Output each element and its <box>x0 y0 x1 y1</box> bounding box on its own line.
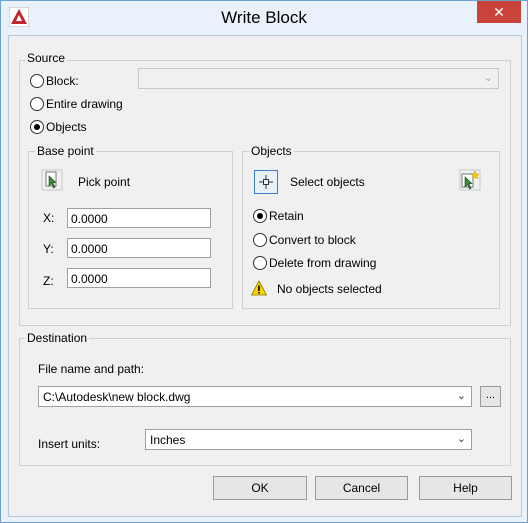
convert-to-block-label[interactable]: Convert to block <box>269 233 356 247</box>
z-label: Z: <box>43 274 54 288</box>
objects-radio[interactable] <box>30 120 44 134</box>
chevron-down-icon[interactable]: ⌄ <box>457 432 466 445</box>
block-radio-label[interactable]: Block: <box>46 74 79 88</box>
insert-units-combo[interactable]: Inches ⌄ <box>145 429 472 450</box>
base-y-input[interactable]: 0.0000 <box>67 238 211 258</box>
pick-point-label[interactable]: Pick point <box>78 175 130 189</box>
base-point-group-label: Base point <box>35 144 96 158</box>
title-bar: Write Block ✕ <box>1 1 527 35</box>
write-block-dialog: Write Block ✕ Source Block: ⌄ Entire dra… <box>0 0 528 523</box>
entire-drawing-radio[interactable] <box>30 97 44 111</box>
insert-units-label: Insert units: <box>38 437 101 451</box>
warning-icon <box>251 280 267 296</box>
quick-select-icon[interactable] <box>459 169 481 191</box>
close-button[interactable]: ✕ <box>477 1 521 23</box>
insert-units-value: Inches <box>150 433 186 447</box>
objects-radio-label[interactable]: Objects <box>46 120 87 134</box>
block-name-combo: ⌄ <box>138 68 499 89</box>
y-label: Y: <box>43 242 54 256</box>
base-z-input[interactable]: 0.0000 <box>67 268 211 288</box>
select-objects-label[interactable]: Select objects <box>290 175 365 189</box>
retain-radio[interactable] <box>253 209 267 223</box>
dialog-title: Write Block <box>221 8 307 27</box>
file-path-combo[interactable]: C:\Autodesk\new block.dwg ⌄ <box>38 386 472 407</box>
destination-group-label: Destination <box>25 331 90 345</box>
dialog-client-area: Source Block: ⌄ Entire drawing Objects B… <box>8 35 522 517</box>
no-objects-status: No objects selected <box>277 282 382 296</box>
objects-group-label: Objects <box>249 144 294 158</box>
delete-from-drawing-label[interactable]: Delete from drawing <box>269 256 376 270</box>
select-objects-icon[interactable] <box>254 170 278 194</box>
help-button[interactable]: Help <box>419 476 512 500</box>
block-radio[interactable] <box>30 74 44 88</box>
source-group-label: Source <box>25 51 68 65</box>
file-name-label: File name and path: <box>38 362 145 376</box>
chevron-down-icon[interactable]: ⌄ <box>457 389 466 402</box>
browse-button[interactable]: ... <box>480 386 501 407</box>
entire-drawing-label[interactable]: Entire drawing <box>46 97 123 111</box>
base-x-input[interactable]: 0.0000 <box>67 208 211 228</box>
ok-button[interactable]: OK <box>213 476 307 500</box>
convert-to-block-radio[interactable] <box>253 233 267 247</box>
pick-point-icon[interactable] <box>41 169 63 191</box>
file-path-value: C:\Autodesk\new block.dwg <box>43 390 191 404</box>
retain-label[interactable]: Retain <box>269 209 304 223</box>
cancel-button[interactable]: Cancel <box>315 476 408 500</box>
chevron-down-icon: ⌄ <box>483 72 493 84</box>
delete-from-drawing-radio[interactable] <box>253 256 267 270</box>
x-label: X: <box>43 211 55 225</box>
